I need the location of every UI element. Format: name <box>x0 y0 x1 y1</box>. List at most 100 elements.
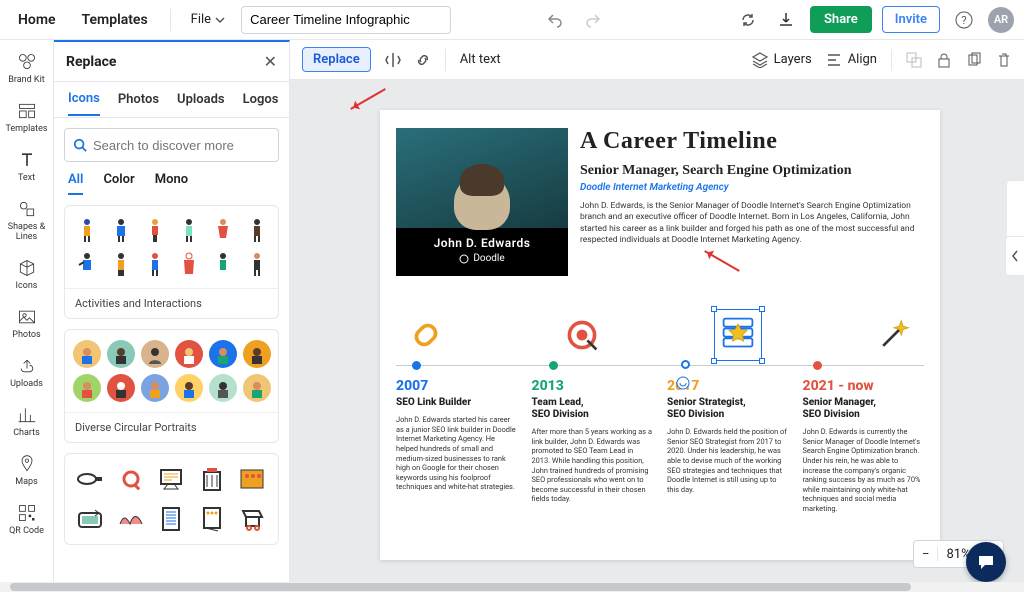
icon-thumb[interactable] <box>197 504 227 534</box>
search-box[interactable] <box>64 128 279 162</box>
tab-photos[interactable]: Photos <box>118 84 159 115</box>
icon-thumb[interactable] <box>209 250 237 278</box>
filter-mono[interactable]: Mono <box>155 172 188 195</box>
flip-icon[interactable] <box>385 52 401 68</box>
nav-home[interactable]: Home <box>10 6 64 34</box>
icon-thumb[interactable] <box>75 464 105 494</box>
profile-photo[interactable] <box>396 128 568 228</box>
rail-label: QR Code <box>9 526 44 536</box>
icon-thumb[interactable] <box>107 340 135 368</box>
chat-fab[interactable] <box>966 542 1006 582</box>
filter-color[interactable]: Color <box>103 172 134 195</box>
rail-text[interactable]: Text <box>2 144 52 189</box>
icon-thumb[interactable] <box>75 504 105 534</box>
headline-block[interactable]: A Career Timeline Senior Manager, Search… <box>580 128 922 247</box>
rail-charts[interactable]: Charts <box>2 399 52 444</box>
group-icon[interactable] <box>906 52 922 68</box>
layers-control[interactable]: Layers <box>752 52 812 68</box>
icon-thumb[interactable] <box>156 504 186 534</box>
canvas-page[interactable]: John D. Edwards Doodle A Career Timeline… <box>380 110 940 560</box>
rail-photos[interactable]: Photos <box>2 301 52 346</box>
file-menu[interactable]: File <box>185 8 231 31</box>
wand-icon[interactable] <box>876 317 912 353</box>
resize-handle[interactable] <box>711 306 717 312</box>
icon-thumb[interactable] <box>243 340 271 368</box>
rail-shapes[interactable]: Shapes & Lines <box>2 193 52 248</box>
alt-text-button[interactable]: Alt text <box>460 52 501 67</box>
icon-thumb[interactable] <box>156 464 186 494</box>
icon-thumb[interactable] <box>73 340 101 368</box>
canvas-area[interactable]: John D. Edwards Doodle A Career Timeline… <box>290 80 1024 582</box>
link-icon[interactable] <box>415 52 431 68</box>
lock-icon[interactable] <box>936 52 952 68</box>
undo-button[interactable] <box>541 6 569 34</box>
rail-uploads[interactable]: Uploads <box>2 350 52 395</box>
horizontal-scrollbar[interactable] <box>0 582 1024 592</box>
zoom-out-button[interactable]: − <box>914 547 938 562</box>
icon-thumb[interactable] <box>116 464 146 494</box>
user-avatar[interactable]: AR <box>988 7 1014 33</box>
icon-thumb[interactable] <box>116 504 146 534</box>
icon-thumb[interactable] <box>243 374 271 402</box>
resize-handle[interactable] <box>759 306 765 312</box>
copy-icon[interactable] <box>966 52 982 68</box>
icon-thumb[interactable] <box>141 374 169 402</box>
icon-thumb[interactable] <box>73 374 101 402</box>
page-indicator[interactable] <box>1006 180 1024 240</box>
rail-qrcode[interactable]: QR Code <box>2 497 52 542</box>
rotate-handle-icon[interactable] <box>676 376 690 390</box>
timeline-entry[interactable]: 2021 - now Senior Manager, SEO Division … <box>803 378 925 514</box>
nav-templates[interactable]: Templates <box>74 6 156 34</box>
icon-thumb[interactable] <box>175 250 203 278</box>
tab-uploads[interactable]: Uploads <box>177 84 225 115</box>
icon-thumb[interactable] <box>197 464 227 494</box>
icon-thumb[interactable] <box>237 504 267 534</box>
icon-thumb[interactable] <box>243 250 271 278</box>
rail-templates[interactable]: Templates <box>2 95 52 140</box>
icon-thumb[interactable] <box>73 216 101 244</box>
rail-maps[interactable]: Maps <box>2 448 52 493</box>
icon-thumb[interactable] <box>107 216 135 244</box>
icon-thumb[interactable] <box>209 216 237 244</box>
icon-thumb[interactable] <box>107 250 135 278</box>
icon-thumb[interactable] <box>141 216 169 244</box>
icon-thumb[interactable] <box>73 250 101 278</box>
icon-thumb[interactable] <box>237 464 267 494</box>
search-input[interactable] <box>93 138 270 153</box>
icon-thumb[interactable] <box>175 340 203 368</box>
download-button[interactable] <box>772 6 800 34</box>
icon-thumb[interactable] <box>141 340 169 368</box>
rail-brandkit[interactable]: Brand Kit <box>2 46 52 91</box>
redo-button[interactable] <box>579 6 607 34</box>
help-button[interactable]: ? <box>950 6 978 34</box>
doc-title-input[interactable] <box>241 6 451 34</box>
sync-icon[interactable] <box>734 6 762 34</box>
invite-button[interactable]: Invite <box>882 6 940 33</box>
replace-button[interactable]: Replace <box>302 47 371 72</box>
scroll-thumb[interactable] <box>10 583 911 591</box>
timeline-entry[interactable]: 2017 Senior Strategist, SEO Division Joh… <box>667 378 789 514</box>
timeline-entry[interactable]: 2007 SEO Link Builder John D. Edwards st… <box>396 378 518 514</box>
panel-body[interactable]: Activities and Interactions Diverse Circ… <box>54 205 289 582</box>
collapse-right-panel[interactable] <box>1005 236 1024 276</box>
target-icon[interactable] <box>564 317 600 353</box>
tab-logos[interactable]: Logos <box>243 84 279 115</box>
icon-thumb[interactable] <box>243 216 271 244</box>
timeline-dot <box>813 361 822 370</box>
close-panel-button[interactable]: ✕ <box>264 52 277 71</box>
tab-icons[interactable]: Icons <box>68 83 100 116</box>
profile-card[interactable]: John D. Edwards Doodle <box>396 128 568 276</box>
chain-icon[interactable] <box>408 317 444 353</box>
icon-thumb[interactable] <box>175 216 203 244</box>
icon-thumb[interactable] <box>107 374 135 402</box>
filter-all[interactable]: All <box>68 172 83 195</box>
trash-icon[interactable] <box>996 52 1012 68</box>
align-control[interactable]: Align <box>826 52 877 68</box>
icon-thumb[interactable] <box>209 374 237 402</box>
icon-thumb[interactable] <box>141 250 169 278</box>
rail-icons[interactable]: Icons <box>2 252 52 297</box>
share-button[interactable]: Share <box>810 6 872 33</box>
icon-thumb[interactable] <box>209 340 237 368</box>
timeline-entry[interactable]: 2013 Team Lead, SEO Division After more … <box>532 378 654 514</box>
icon-thumb[interactable] <box>175 374 203 402</box>
